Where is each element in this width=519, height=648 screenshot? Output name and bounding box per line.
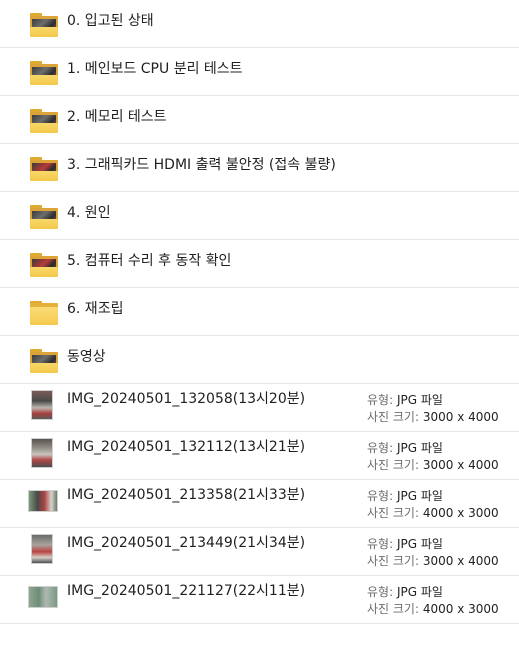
file-name: IMG_20240501_221127(22시11분) — [67, 583, 306, 599]
folder-name: 3. 그래픽카드 HDMI 출력 불안정 (접속 불량) — [67, 157, 336, 173]
file-list: 0. 입고된 상태 1. 메인보드 CPU 분리 테스트 2. 메모리 테스트 … — [0, 0, 519, 624]
file-meta: 유형: JPG 파일 사진 크기: 4000 x 3000 — [367, 488, 499, 522]
folder-name: 5. 컴퓨터 수리 후 동작 확인 — [67, 253, 232, 269]
file-name: IMG_20240501_213358(21시33분) — [67, 487, 306, 503]
folder-icon — [30, 13, 58, 37]
folder-name: 6. 재조립 — [67, 301, 124, 317]
file-meta: 유형: JPG 파일 사진 크기: 3000 x 4000 — [367, 536, 499, 570]
file-row[interactable]: IMG_20240501_132112(13시21분) 유형: JPG 파일 사… — [0, 432, 519, 480]
file-row[interactable]: IMG_20240501_213358(21시33분) 유형: JPG 파일 사… — [0, 480, 519, 528]
folder-icon — [30, 61, 58, 85]
size-value: 4000 x 3000 — [422, 602, 499, 616]
folder-name: 1. 메인보드 CPU 분리 테스트 — [67, 61, 243, 77]
size-label: 사진 크기: — [367, 554, 420, 568]
file-name: IMG_20240501_213449(21시34분) — [67, 535, 306, 551]
file-meta: 유형: JPG 파일 사진 크기: 4000 x 3000 — [367, 584, 499, 618]
folder-name: 4. 원인 — [67, 205, 111, 221]
folder-icon — [30, 253, 58, 277]
image-thumbnail — [28, 586, 58, 608]
type-label: 유형: — [367, 441, 394, 455]
folder-name: 2. 메모리 테스트 — [67, 109, 167, 125]
size-label: 사진 크기: — [367, 410, 420, 424]
file-meta: 유형: JPG 파일 사진 크기: 3000 x 4000 — [367, 392, 499, 426]
file-name: IMG_20240501_132058(13시20분) — [67, 391, 306, 407]
type-value: JPG 파일 — [396, 441, 443, 455]
file-row[interactable]: IMG_20240501_132058(13시20분) 유형: JPG 파일 사… — [0, 384, 519, 432]
folder-row[interactable]: 5. 컴퓨터 수리 후 동작 확인 — [0, 240, 519, 288]
file-name: IMG_20240501_132112(13시21분) — [67, 439, 306, 455]
folder-row[interactable]: 6. 재조립 — [0, 288, 519, 336]
size-label: 사진 크기: — [367, 506, 420, 520]
image-thumbnail — [31, 438, 53, 468]
folder-row[interactable]: 3. 그래픽카드 HDMI 출력 불안정 (접속 불량) — [0, 144, 519, 192]
type-label: 유형: — [367, 537, 394, 551]
folder-icon — [30, 349, 58, 373]
type-label: 유형: — [367, 489, 394, 503]
image-thumbnail — [31, 534, 53, 564]
folder-icon — [30, 109, 58, 133]
folder-name: 동영상 — [67, 349, 106, 365]
folder-row[interactable]: 1. 메인보드 CPU 분리 테스트 — [0, 48, 519, 96]
size-value: 3000 x 4000 — [422, 458, 499, 472]
type-value: JPG 파일 — [396, 585, 443, 599]
size-label: 사진 크기: — [367, 458, 420, 472]
type-value: JPG 파일 — [396, 537, 443, 551]
size-value: 3000 x 4000 — [422, 554, 499, 568]
size-value: 3000 x 4000 — [422, 410, 499, 424]
folder-row[interactable]: 2. 메모리 테스트 — [0, 96, 519, 144]
file-meta: 유형: JPG 파일 사진 크기: 3000 x 4000 — [367, 440, 499, 474]
folder-row[interactable]: 4. 원인 — [0, 192, 519, 240]
type-value: JPG 파일 — [396, 489, 443, 503]
folder-row[interactable]: 동영상 — [0, 336, 519, 384]
type-value: JPG 파일 — [396, 393, 443, 407]
folder-name: 0. 입고된 상태 — [67, 13, 154, 29]
size-label: 사진 크기: — [367, 602, 420, 616]
folder-icon — [30, 301, 58, 325]
size-value: 4000 x 3000 — [422, 506, 499, 520]
folder-icon — [30, 205, 58, 229]
folder-row[interactable]: 0. 입고된 상태 — [0, 0, 519, 48]
type-label: 유형: — [367, 585, 394, 599]
type-label: 유형: — [367, 393, 394, 407]
file-row[interactable]: IMG_20240501_213449(21시34분) 유형: JPG 파일 사… — [0, 528, 519, 576]
image-thumbnail — [28, 490, 58, 512]
image-thumbnail — [31, 390, 53, 420]
file-row[interactable]: IMG_20240501_221127(22시11분) 유형: JPG 파일 사… — [0, 576, 519, 624]
folder-icon — [30, 157, 58, 181]
